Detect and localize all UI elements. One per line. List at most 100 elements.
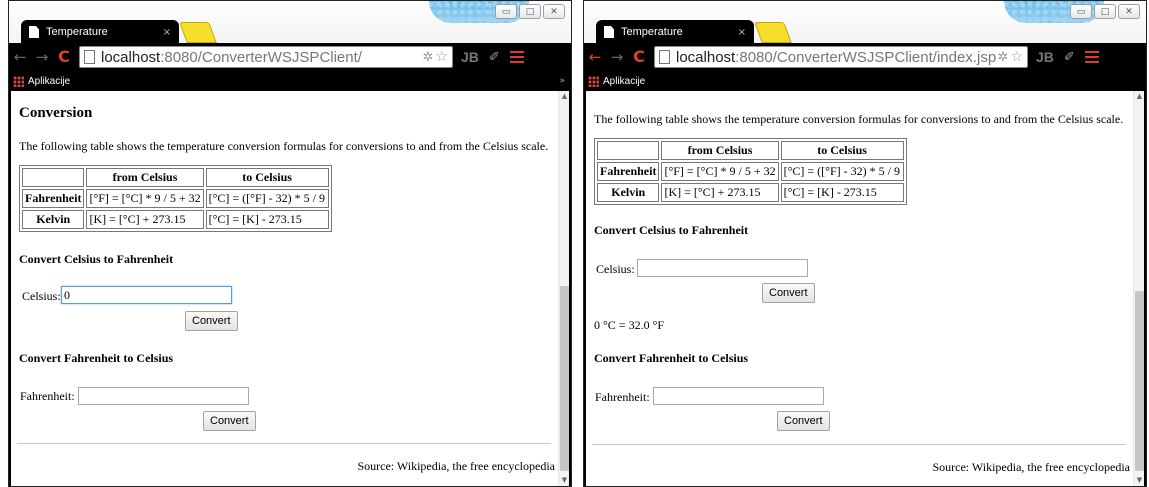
row-label: Fahrenheit xyxy=(22,189,85,208)
table-header-row: from Celsius to Celsius xyxy=(22,168,329,187)
reload-button[interactable]: C xyxy=(53,43,75,71)
table-header: to Celsius xyxy=(780,141,904,160)
settings-gear-icon[interactable]: ✲ xyxy=(998,50,1009,65)
window-controls: ▭ □ ✕ xyxy=(1070,4,1140,19)
table-header xyxy=(22,168,85,187)
celsius-input[interactable] xyxy=(637,259,808,277)
apps-icon[interactable] xyxy=(13,75,24,87)
table-cell: [K] = [°C] + 273.15 xyxy=(661,183,779,202)
convert-celsius-button[interactable]: Convert xyxy=(762,283,815,303)
url-text[interactable]: localhost:8080/ConverterWSJSPClient/ xyxy=(101,49,421,66)
table-cell: [K] = [°C] + 273.15 xyxy=(86,210,204,229)
vertical-scrollbar[interactable]: ▲ ▼ xyxy=(558,91,569,486)
tab-title: Temperature xyxy=(46,26,108,38)
address-bar[interactable]: localhost:8080/ConverterWSJSPClient/inde… xyxy=(654,46,1028,68)
tab-title: Temperature xyxy=(621,26,683,38)
pen-extension-icon[interactable]: ✐ xyxy=(1064,50,1075,65)
table-cell: [°C] = [K] - 273.15 xyxy=(780,183,904,202)
tab-close-icon[interactable]: × xyxy=(738,27,746,38)
minimize-button[interactable]: ▭ xyxy=(495,4,517,19)
bookmarks-bar: Aplikacije xyxy=(584,71,1146,91)
table-cell: [°F] = [°C] * 9 / 5 + 32 xyxy=(661,162,779,181)
row-label: Kelvin xyxy=(597,183,660,202)
formula-table: from Celsius to Celsius Fahrenheit [°F] … xyxy=(594,138,907,205)
fahrenheit-to-celsius-heading: Convert Fahrenheit to Celsius xyxy=(594,351,749,365)
back-button[interactable]: ← xyxy=(9,43,31,71)
page-title: Conversion xyxy=(19,105,93,121)
page-icon xyxy=(29,26,39,38)
table-header: from Celsius xyxy=(86,168,204,187)
conversion-result: 0 °C = 32.0 °F xyxy=(594,318,665,332)
browser-tab[interactable]: Temperature × xyxy=(596,20,754,44)
bookmarks-bar: Aplikacije » xyxy=(9,71,571,91)
table-row: Kelvin [K] = [°C] + 273.15 [°C] = [K] - … xyxy=(597,183,904,202)
page-icon xyxy=(659,50,670,64)
convert-fahrenheit-button[interactable]: Convert xyxy=(777,411,830,431)
more-bookmarks-chevron-icon[interactable]: » xyxy=(559,76,565,86)
scroll-up-icon[interactable]: ▲ xyxy=(1134,91,1144,102)
table-row: Fahrenheit [°F] = [°C] * 9 / 5 + 32 [°C]… xyxy=(22,189,329,208)
settings-gear-icon[interactable]: ✲ xyxy=(423,50,434,65)
scroll-thumb[interactable] xyxy=(560,286,569,471)
menu-icon[interactable] xyxy=(1084,51,1099,63)
table-header-row: from Celsius to Celsius xyxy=(597,141,904,160)
apps-bookmark[interactable]: Aplikacije xyxy=(603,76,645,87)
apps-bookmark[interactable]: Aplikacije xyxy=(28,76,70,87)
celsius-input[interactable] xyxy=(61,286,232,304)
bookmark-star-icon[interactable]: ☆ xyxy=(435,49,448,65)
forward-button[interactable]: → xyxy=(31,43,53,71)
intro-text: The following table shows the temperatur… xyxy=(594,112,1124,126)
fahrenheit-input[interactable] xyxy=(653,387,824,405)
fahrenheit-to-celsius-heading: Convert Fahrenheit to Celsius xyxy=(19,351,174,365)
page-content: Conversion The following table shows the… xyxy=(11,91,569,486)
toolbar: ← → C localhost:8080/ConverterWSJSPClien… xyxy=(9,43,571,71)
table-header xyxy=(597,141,660,160)
page-icon xyxy=(604,26,614,38)
minimize-button[interactable]: ▭ xyxy=(1070,4,1092,19)
close-window-button[interactable]: ✕ xyxy=(1118,4,1140,19)
new-tab-button[interactable] xyxy=(179,22,217,43)
reload-button[interactable]: C xyxy=(628,43,650,71)
celsius-to-fahrenheit-heading: Convert Celsius to Fahrenheit xyxy=(19,252,174,266)
menu-icon[interactable] xyxy=(509,51,524,63)
url-text[interactable]: localhost:8080/ConverterWSJSPClient/inde… xyxy=(676,49,996,66)
back-button[interactable]: ← xyxy=(584,43,606,71)
source-text: Source: Wikipedia, the free encyclopedia xyxy=(357,459,555,473)
close-window-button[interactable]: ✕ xyxy=(543,4,565,19)
bookmark-star-icon[interactable]: ☆ xyxy=(1010,49,1023,65)
new-tab-button[interactable] xyxy=(754,22,792,43)
address-bar[interactable]: localhost:8080/ConverterWSJSPClient/ ✲ ☆ xyxy=(79,46,453,68)
celsius-to-fahrenheit-heading: Convert Celsius to Fahrenheit xyxy=(594,223,749,237)
extension-jb[interactable]: JB xyxy=(461,49,479,65)
browser-tab[interactable]: Temperature × xyxy=(21,20,179,44)
forward-button[interactable]: → xyxy=(606,43,628,71)
title-bar: ▭ □ ✕ Temperature × xyxy=(9,1,571,44)
vertical-scrollbar[interactable]: ▲ ▼ xyxy=(1133,91,1144,486)
table-row: Fahrenheit [°F] = [°C] * 9 / 5 + 32 [°C]… xyxy=(597,162,904,181)
scroll-down-icon[interactable]: ▼ xyxy=(559,475,569,486)
row-label: Kelvin xyxy=(22,210,85,229)
table-cell: [°C] = ([°F] - 32) * 5 / 9 xyxy=(205,189,329,208)
pen-extension-icon[interactable]: ✐ xyxy=(489,50,500,65)
celsius-label: Celsius: xyxy=(596,262,635,276)
tab-close-icon[interactable]: × xyxy=(163,27,171,38)
scroll-up-icon[interactable]: ▲ xyxy=(559,91,569,102)
window-controls: ▭ □ ✕ xyxy=(495,4,565,19)
celsius-label: Celsius: xyxy=(22,289,61,303)
divider xyxy=(592,444,1126,445)
title-bar: ▭ □ ✕ Temperature × xyxy=(584,1,1146,44)
fahrenheit-input[interactable] xyxy=(78,387,249,405)
browser-window-right: ▭ □ ✕ Temperature × ← → C localhost:8080… xyxy=(583,0,1147,487)
scroll-thumb[interactable] xyxy=(1135,291,1144,471)
convert-celsius-button[interactable]: Convert xyxy=(185,311,238,331)
maximize-button[interactable]: □ xyxy=(1094,4,1116,19)
convert-fahrenheit-button[interactable]: Convert xyxy=(203,411,256,431)
extension-jb[interactable]: JB xyxy=(1036,49,1054,65)
maximize-button[interactable]: □ xyxy=(519,4,541,19)
scroll-down-icon[interactable]: ▼ xyxy=(1134,475,1144,486)
table-cell: [°F] = [°C] * 9 / 5 + 32 xyxy=(86,189,204,208)
divider xyxy=(17,443,551,444)
page-content: The following table shows the temperatur… xyxy=(586,91,1144,486)
fahrenheit-label: Fahrenheit: xyxy=(20,389,75,403)
apps-icon[interactable] xyxy=(588,75,599,87)
